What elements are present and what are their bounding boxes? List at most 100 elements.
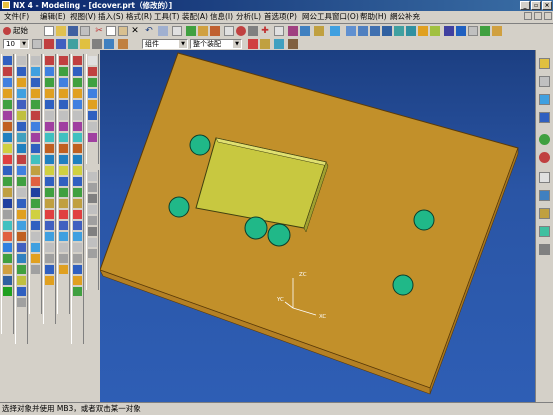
wcs-dynamics-icon[interactable] [88,67,97,76]
rotate-icon[interactable] [274,26,284,36]
part-navigator-icon[interactable] [539,76,550,87]
layer-combo-arrow-icon[interactable]: ▼ [20,40,28,48]
law-tool-icon[interactable] [31,155,40,164]
bottom-view-icon[interactable] [430,26,440,36]
angle-icon[interactable] [88,183,97,192]
check-icon[interactable] [59,254,68,263]
simplify-icon[interactable] [45,199,54,208]
trimetric-view-icon[interactable] [394,26,404,36]
save-icon[interactable] [68,26,78,36]
slot-tool-icon[interactable] [17,144,26,153]
menu-format[interactable]: 格式(R) [126,12,152,22]
surface-tool-icon[interactable] [31,56,40,65]
emboss-icon[interactable] [45,210,54,219]
chamfer-edge-icon[interactable] [17,232,26,241]
helix-tool-icon[interactable] [3,276,12,285]
layer-select-icon[interactable] [56,39,66,49]
menu-window[interactable]: 窗口(O) [332,12,359,22]
delete-face-icon[interactable] [45,188,54,197]
hole-6[interactable] [392,274,414,296]
replace-feature-icon[interactable] [59,188,68,197]
menu-file[interactable]: 文件(F) [4,12,29,22]
process-studio-icon[interactable] [539,244,550,255]
patch-tool-icon[interactable] [17,276,26,285]
datum-csys-icon[interactable] [45,78,54,87]
setback-icon[interactable] [45,254,54,263]
menu-preferences[interactable]: 首选项(P) [264,12,297,22]
parting-icon[interactable] [73,133,82,142]
back-view-icon[interactable] [418,26,428,36]
wcs-orient-icon[interactable] [88,89,97,98]
update-icon[interactable] [59,144,68,153]
circle-tool-icon[interactable] [3,100,12,109]
menu-analysis[interactable]: 分析(L) [236,12,261,22]
menu-insert[interactable]: 插入(S) [98,12,124,22]
playback-icon[interactable] [59,155,68,164]
mdi-restore-icon[interactable] [534,12,542,20]
model-view[interactable]: ZC XC YC [100,50,535,402]
snap-icon[interactable] [104,39,114,49]
web-browser-icon[interactable] [539,94,550,105]
polygon-tool-icon[interactable] [3,122,12,131]
thread-tool-icon[interactable] [17,243,26,252]
tool-icon[interactable] [172,26,182,36]
length-icon[interactable] [88,205,97,214]
runner-icon[interactable] [73,210,82,219]
replace-face-icon[interactable] [45,177,54,186]
offset-face-icon[interactable] [45,155,54,164]
revolve-icon[interactable] [198,26,208,36]
group-icon[interactable] [59,243,68,252]
menu-assemblies[interactable]: 装配(A) [182,12,208,22]
measure-distance-icon[interactable] [59,265,68,274]
through-curves-icon[interactable] [31,67,40,76]
i-form-icon[interactable] [31,243,40,252]
curve-tool-icon[interactable] [3,265,12,274]
electrode-icon[interactable] [73,232,82,241]
drawing-icon[interactable] [73,276,82,285]
select-all-icon[interactable] [248,39,258,49]
scope-combo-arrow-icon[interactable]: ▼ [233,40,241,48]
trim-body-icon[interactable] [17,287,26,296]
arc-tool-icon[interactable] [3,89,12,98]
csys-icon[interactable] [444,26,454,36]
filter-combo[interactable]: 组件 ▼ [142,39,188,49]
hole-table-icon[interactable] [73,287,82,296]
roles-icon[interactable] [539,152,550,163]
instance-tool-icon[interactable] [17,254,26,263]
right-view-icon[interactable] [370,26,380,36]
gate-icon[interactable] [73,199,82,208]
layer-category-icon[interactable] [92,39,102,49]
palettes-icon[interactable] [539,190,550,201]
mesh-tool-icon[interactable] [31,78,40,87]
hole-3[interactable] [244,216,268,240]
extend-tool-icon[interactable] [3,177,12,186]
left-view-icon[interactable] [406,26,416,36]
suppress-icon[interactable] [59,111,68,120]
soft-blend-icon[interactable] [45,232,54,241]
styled-blend-icon[interactable] [31,221,40,230]
pad-tool-icon[interactable] [17,133,26,142]
bounded-plane-icon[interactable] [31,111,40,120]
bill-of-material-icon[interactable] [73,265,82,274]
feature-select-icon[interactable] [274,39,284,49]
wcs-display-icon[interactable] [88,111,97,120]
bridge-blend-icon[interactable] [45,243,54,252]
project-tool-icon[interactable] [3,221,12,230]
menu-wanggong-supplement[interactable]: 網公补充 [390,12,420,22]
sweep-icon[interactable] [210,26,220,36]
wcs-icon[interactable] [456,26,466,36]
print-icon[interactable] [80,26,90,36]
unsuppress-icon[interactable] [59,122,68,131]
datum-axis-icon[interactable] [45,67,54,76]
pmi-icon[interactable] [59,221,68,230]
extrude-icon[interactable] [186,26,196,36]
mdi-minimize-icon[interactable] [524,12,532,20]
intersect-tool-icon[interactable] [3,232,12,241]
mold-tools-icon[interactable] [73,122,82,131]
standard-parts-icon[interactable] [73,155,82,164]
reuse-library-icon[interactable] [539,134,550,145]
zoom-icon[interactable] [236,26,246,36]
swept-tool-icon[interactable] [31,100,40,109]
wcs-origin-icon[interactable] [88,56,97,65]
radius-icon[interactable] [88,194,97,203]
